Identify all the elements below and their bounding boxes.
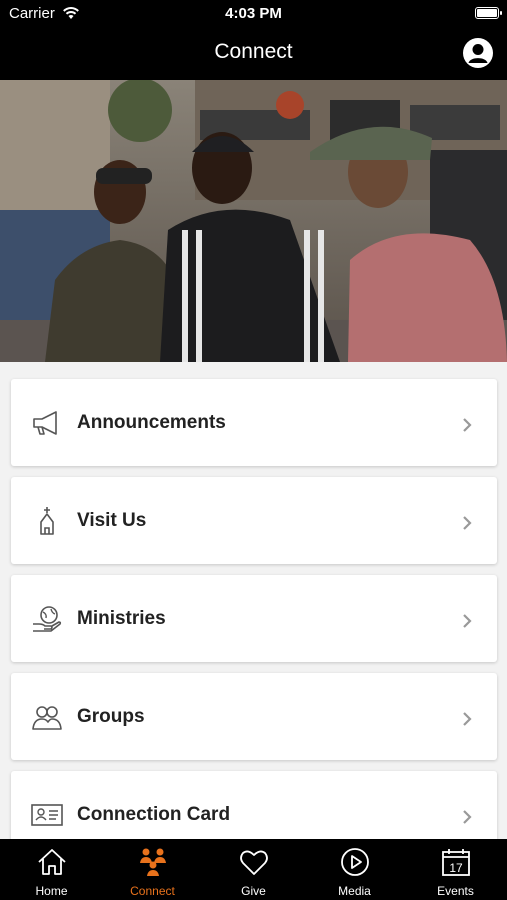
- calendar-day: 17: [449, 861, 463, 875]
- tab-home-label: Home: [35, 884, 68, 898]
- chevron-right-icon: [463, 810, 472, 824]
- page-title: Connect: [214, 40, 293, 63]
- groups-card[interactable]: Groups: [11, 673, 497, 760]
- connect-people-icon: [140, 848, 166, 876]
- house-icon: [38, 849, 66, 875]
- megaphone-icon: [33, 411, 57, 435]
- chevron-right-icon: [463, 418, 472, 432]
- connection-card-label: Connection Card: [77, 804, 231, 825]
- profile-button[interactable]: [463, 38, 493, 68]
- calendar-icon: 17: [442, 849, 470, 876]
- battery-icon: [475, 7, 502, 19]
- tab-media-label: Media: [338, 884, 371, 898]
- church-icon: [40, 507, 54, 535]
- groups-label: Groups: [77, 706, 145, 727]
- id-card-icon: [31, 804, 63, 826]
- ministries-card[interactable]: Ministries: [11, 575, 497, 662]
- play-circle-icon: [341, 848, 369, 876]
- tab-events-label: Events: [437, 884, 474, 898]
- visit-us-label: Visit Us: [77, 510, 147, 531]
- status-bar: Carrier 4:03 PM: [0, 0, 507, 28]
- user-icon: [468, 44, 488, 63]
- announcements-card[interactable]: Announcements: [11, 379, 497, 466]
- globe-hand-icon: [33, 606, 62, 632]
- tab-media[interactable]: Media: [304, 839, 405, 900]
- tab-bar: Home Connect Give Media 17 Events: [0, 839, 507, 900]
- visit-us-card[interactable]: Visit Us: [11, 477, 497, 564]
- chevron-right-icon: [463, 516, 472, 530]
- tab-home[interactable]: Home: [1, 839, 102, 900]
- ministries-label: Ministries: [77, 608, 166, 629]
- heart-icon: [240, 850, 268, 875]
- tab-give[interactable]: Give: [203, 839, 304, 900]
- navigation-bar: Connect: [0, 28, 507, 80]
- announcements-label: Announcements: [77, 412, 226, 433]
- tab-connect[interactable]: Connect: [102, 839, 203, 900]
- people-icon: [32, 706, 62, 730]
- hero-image: [0, 80, 507, 362]
- status-time: 4:03 PM: [225, 5, 282, 22]
- tab-connect-label: Connect: [130, 884, 175, 898]
- chevron-right-icon: [463, 712, 472, 726]
- tab-events[interactable]: 17 Events: [405, 839, 506, 900]
- tab-give-label: Give: [241, 884, 266, 898]
- chevron-right-icon: [463, 614, 472, 628]
